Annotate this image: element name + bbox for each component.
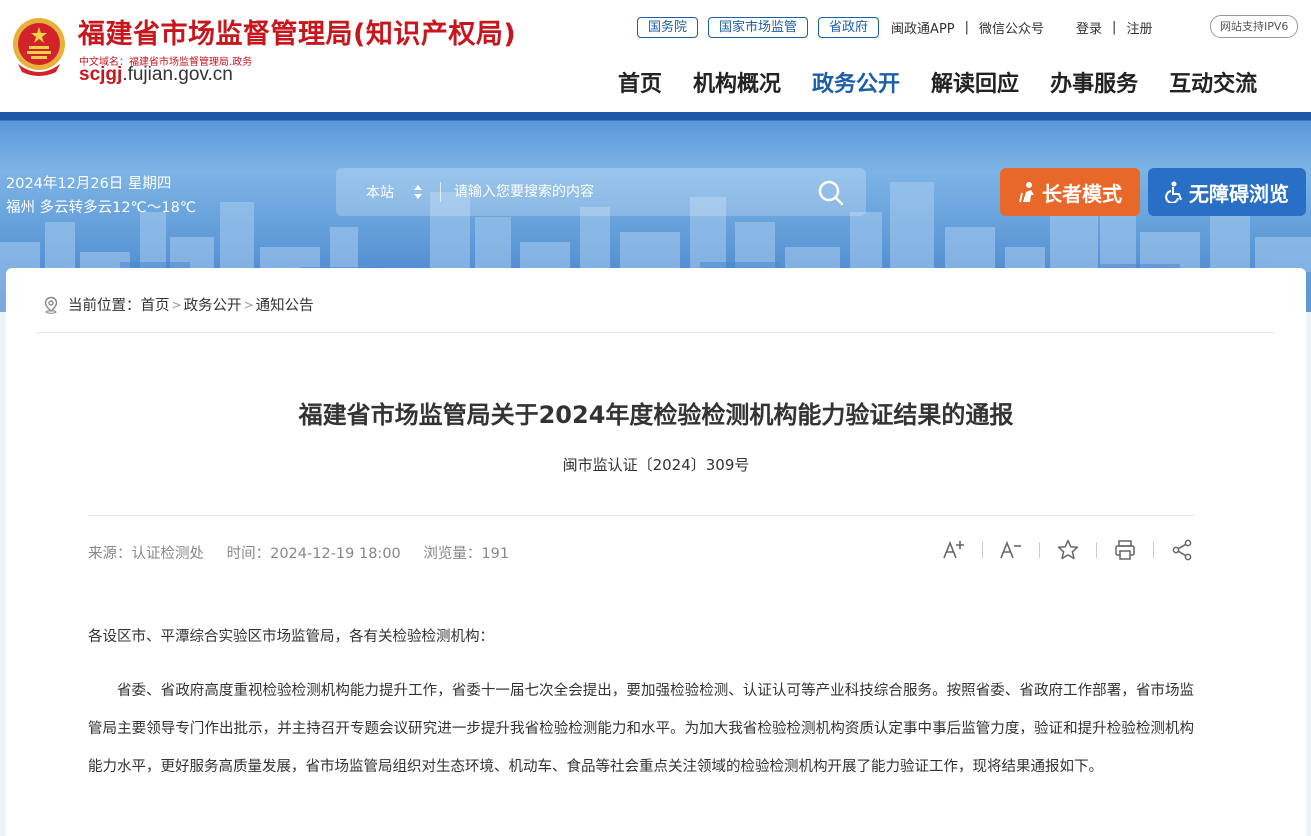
article-card: 当前位置： 首页 > 政务公开 > 通知公告 福建省市场监管局关于2024年度检… (6, 268, 1306, 836)
link-minzhengtong-app[interactable]: 闽政通APP (891, 18, 955, 37)
date-weather: 2024年12月26日 星期四 福州 多云转多云12℃～18℃ (6, 172, 196, 220)
nav-services[interactable]: 办事服务 (1050, 66, 1138, 98)
article-meta: 来源：认证检测处 时间：2024-12-19 18:00 浏览量：191 (88, 542, 527, 563)
breadcrumb: 当前位置： 首页 > 政务公开 > 通知公告 (42, 294, 314, 315)
separator: | (964, 19, 970, 35)
elder-mode-button[interactable]: 长者模式 (1000, 168, 1140, 216)
tool-separator (982, 542, 983, 558)
search-scope-select[interactable]: 本站 (366, 182, 394, 202)
login-link[interactable]: 登录 (1076, 18, 1102, 37)
accessibility-label: 无障碍浏览 (1189, 181, 1289, 206)
domain-suffix: .fujian.gov.cn (122, 64, 233, 85)
breadcrumb-arrow: > (243, 297, 254, 312)
elder-mode-label: 长者模式 (1042, 181, 1122, 206)
nav-organization[interactable]: 机构概况 (693, 66, 781, 98)
print-icon[interactable] (1113, 538, 1137, 562)
main-nav: 首页 机构概况 政务公开 解读回应 办事服务 互动交流 (618, 66, 1257, 98)
link-samr[interactable]: 国家市场监管 (708, 16, 809, 38)
updown-arrow-icon[interactable] (413, 184, 423, 200)
breadcrumb-arrow: > (171, 297, 182, 312)
link-state-council[interactable]: 国务院 (637, 16, 699, 38)
search-input[interactable] (454, 177, 814, 207)
domain-prefix: scjgj (79, 64, 123, 85)
site-domain: scjgj.fujian.gov.cn (79, 64, 233, 86)
top-links: 国务院 国家市场监管 省政府 闽政通APP | 微信公众号 登录 | 注册 (637, 15, 1152, 39)
ipv6-badge: 网站支持IPV6 (1210, 15, 1299, 38)
search-icon[interactable] (816, 178, 846, 208)
weather-info: 福州 多云转多云12℃～18℃ (6, 200, 197, 216)
wheelchair-icon (1165, 181, 1182, 203)
article-time: 时间：2024-12-19 18:00 (226, 546, 401, 562)
article-views: 浏览量：191 (423, 546, 510, 562)
breadcrumb-home[interactable]: 首页 (141, 294, 170, 315)
site-title[interactable]: 福建省市场监督管理局(知识产权局) (78, 12, 516, 51)
current-date: 2024年12月26日 星期四 (6, 176, 172, 192)
register-link[interactable]: 注册 (1126, 18, 1152, 37)
share-icon[interactable] (1170, 538, 1194, 562)
location-icon (44, 296, 58, 314)
font-decrease-icon[interactable] (999, 538, 1023, 562)
separator: | (1112, 19, 1117, 35)
article-greeting: 各设区市、平潭综合实验区市场监管局，各有关检验检测机构： (88, 629, 494, 645)
article-paragraph: 省委、省政府高度重视检验检测机构能力提升工作，省委十一届七次全会提出，要加强检验… (88, 683, 1194, 775)
favorite-star-icon[interactable] (1056, 538, 1080, 562)
national-emblem-icon[interactable] (10, 14, 68, 78)
divider (36, 332, 1274, 333)
tool-separator (1096, 542, 1097, 558)
tool-separator (1153, 542, 1154, 558)
tool-separator (1039, 542, 1040, 558)
article-tools (942, 538, 1194, 562)
document-number: 闽市监认证〔2024〕309号 (562, 456, 750, 474)
nav-interaction[interactable]: 互动交流 (1169, 66, 1257, 98)
elder-icon (1019, 182, 1034, 203)
nav-government-affairs[interactable]: 政务公开 (812, 66, 900, 98)
accessibility-button[interactable]: 无障碍浏览 (1148, 168, 1306, 216)
article-body: 各设区市、平潭综合实验区市场监管局，各有关检验检测机构： 省委、省政府高度重视检… (88, 618, 1194, 786)
divider (88, 515, 1194, 516)
breadcrumb-government-affairs[interactable]: 政务公开 (184, 294, 242, 315)
link-provincial-government[interactable]: 省政府 (818, 16, 880, 38)
nav-interpretation[interactable]: 解读回应 (931, 66, 1019, 98)
search-divider (440, 182, 441, 202)
breadcrumb-label: 当前位置： (68, 298, 141, 314)
search-bar: 本站 (336, 168, 866, 216)
font-increase-icon[interactable] (942, 538, 966, 562)
article-source: 来源：认证检测处 (88, 546, 204, 562)
link-wechat-account[interactable]: 微信公众号 (979, 18, 1044, 37)
site-header: 福建省市场监督管理局(知识产权局) 中文域名：福建省市场监督管理局.政务 scj… (0, 0, 1311, 112)
breadcrumb-notices[interactable]: 通知公告 (256, 294, 314, 315)
nav-home[interactable]: 首页 (618, 66, 662, 98)
article-title: 福建省市场监管局关于2024年度检验检测机构能力验证结果的通报 (298, 401, 1014, 429)
